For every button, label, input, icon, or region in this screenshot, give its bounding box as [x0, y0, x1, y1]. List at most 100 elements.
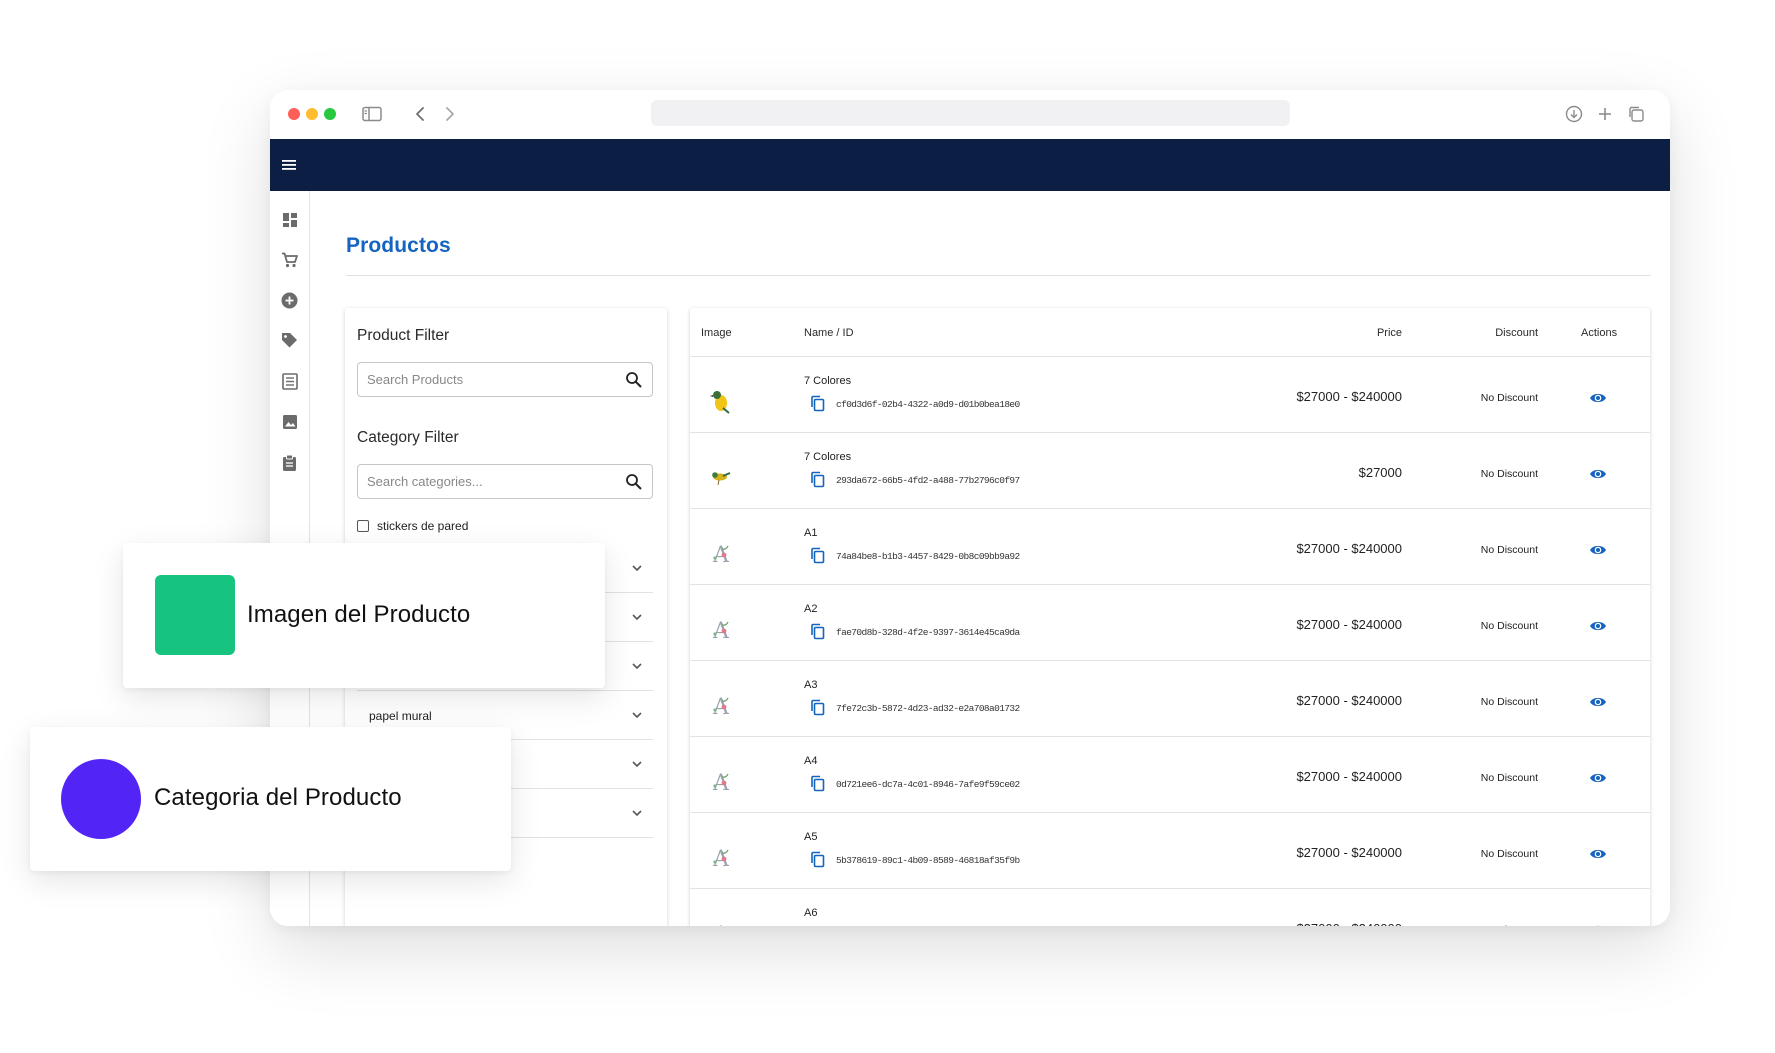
product-search-field — [357, 362, 653, 397]
title-divider — [346, 275, 1651, 276]
view-eye-icon[interactable] — [1589, 847, 1607, 861]
back-icon[interactable] — [408, 102, 432, 126]
stage: Productos Product Filter Category Filter… — [0, 0, 1775, 1053]
table-row: 7 Colores 293da672-66b5-4fd2-a488-77b2796… — [690, 433, 1650, 509]
menu-icon[interactable] — [277, 153, 301, 177]
tab-overview-icon[interactable] — [1624, 102, 1648, 126]
copy-icon[interactable] — [810, 699, 825, 716]
copy-icon[interactable] — [810, 851, 825, 868]
product-id: 0d721ee6-dc7a-4c01-8946-7afe9f59ce02 — [836, 779, 1020, 790]
product-discount: No Discount — [1480, 772, 1538, 784]
copy-icon[interactable] — [810, 623, 825, 640]
chevron-down-icon — [632, 712, 642, 719]
product-price: $27000 - $240000 — [1296, 693, 1402, 708]
column-header-actions: Actions — [1581, 327, 1618, 339]
copy-icon[interactable] — [810, 395, 825, 412]
view-eye-icon[interactable] — [1589, 391, 1607, 405]
dashboard-icon[interactable] — [276, 206, 303, 233]
search-icon[interactable] — [625, 371, 643, 389]
category-accordion-label: papel mural — [369, 709, 432, 723]
chevron-down-icon — [632, 565, 642, 572]
search-icon[interactable] — [625, 473, 643, 491]
table-row: A A4 0d721ee6-dc7a-4c01-8946-7afe9f59ce02 $… — [690, 737, 1650, 813]
product-name: A2 — [804, 603, 818, 615]
forward-icon[interactable] — [438, 102, 462, 126]
product-price: $27000 - $240000 — [1296, 845, 1402, 860]
table-row: A A1 74a84be8-b1b3-4457-8429-0b8c09bb9a92 $… — [690, 509, 1650, 585]
product-discount: No Discount — [1480, 848, 1538, 860]
callout-product-image: Imagen del Producto — [123, 543, 605, 688]
product-discount: No Discount — [1480, 392, 1538, 404]
new-tab-icon[interactable] — [1593, 102, 1617, 126]
product-thumbnail — [709, 388, 731, 414]
product-discount: No Discount — [1481, 924, 1538, 926]
product-name: 7 Colores — [804, 375, 852, 387]
product-price: $27000 - $240000 — [1296, 541, 1402, 556]
column-header-discount: Discount — [1495, 327, 1538, 339]
green-square-swatch — [155, 575, 235, 655]
product-discount: No Discount — [1480, 544, 1538, 556]
chevron-down-icon — [632, 614, 642, 621]
product-thumbnail: A — [709, 920, 731, 926]
product-price: $27000 - $240000 — [1296, 921, 1402, 926]
table-row: A A2 fae70d8b-328d-4f2e-9397-3614e45ca9da $… — [690, 585, 1650, 661]
copy-icon[interactable] — [810, 547, 825, 564]
category-filter-heading: Category Filter — [357, 429, 459, 446]
product-thumbnail — [709, 464, 731, 490]
address-bar[interactable] — [651, 100, 1290, 126]
copy-icon[interactable] — [810, 471, 825, 488]
product-discount: No Discount — [1480, 468, 1538, 480]
column-header-name-id: Name / ID — [804, 327, 854, 339]
copy-icon[interactable] — [810, 775, 825, 792]
product-id: 5b378619-89c1-4b09-8589-46818af35f9b — [836, 855, 1020, 866]
list-icon[interactable] — [276, 368, 303, 395]
product-id: fae70d8b-328d-4f2e-9397-3614e45ca9da — [836, 627, 1020, 638]
view-eye-icon[interactable] — [1589, 923, 1607, 926]
product-id: cf0d3d6f-02b4-4322-a0d9-d01b0bea18e0 — [836, 399, 1020, 410]
tag-icon[interactable] — [276, 327, 303, 354]
product-name: A3 — [804, 679, 818, 691]
category-checkbox[interactable] — [357, 520, 369, 532]
product-thumbnail: A — [709, 768, 731, 796]
purple-circle-swatch — [61, 759, 141, 839]
column-header-image: Image — [701, 327, 732, 339]
product-search-input[interactable] — [367, 363, 607, 396]
category-checkbox-label: stickers de pared — [377, 519, 469, 533]
products-table: Image Name / ID Price Discount Actions 7… — [690, 308, 1650, 926]
close-window-button[interactable] — [288, 108, 300, 120]
minimize-window-button[interactable] — [306, 108, 318, 120]
view-eye-icon[interactable] — [1589, 771, 1607, 785]
clipboard-icon[interactable] — [276, 449, 303, 476]
product-name: A4 — [804, 755, 818, 767]
cart-icon[interactable] — [276, 246, 303, 273]
image-icon[interactable] — [276, 408, 303, 435]
category-search-field — [357, 464, 653, 499]
add-circle-icon[interactable] — [276, 287, 303, 314]
category-checkbox-row[interactable]: stickers de pared — [357, 519, 468, 533]
product-thumbnail: A — [709, 692, 731, 720]
view-eye-icon[interactable] — [1589, 619, 1607, 633]
view-eye-icon[interactable] — [1589, 543, 1607, 557]
download-icon[interactable] — [1562, 102, 1586, 126]
product-thumbnail: A — [709, 616, 731, 644]
product-price: $27000 - $240000 — [1296, 769, 1402, 784]
product-name: 7 Colores — [804, 451, 852, 463]
view-eye-icon[interactable] — [1589, 695, 1607, 709]
table-row: A A3 7fe72c3b-5872-4d23-ad32-e2a708a01732 $… — [690, 661, 1650, 737]
sidebar-toggle-icon[interactable] — [360, 102, 384, 126]
product-thumbnail: A — [709, 540, 731, 568]
view-eye-icon[interactable] — [1589, 467, 1607, 481]
product-discount: No Discount — [1480, 620, 1538, 632]
product-id: 7fe72c3b-5872-4d23-ad32-e2a708a01732 — [836, 703, 1020, 714]
category-search-input[interactable] — [367, 465, 607, 498]
browser-toolbar — [270, 90, 1670, 139]
product-price: $27000 - $240000 — [1296, 617, 1402, 632]
chevron-down-icon — [632, 663, 642, 670]
callout-image-label: Imagen del Producto — [247, 601, 471, 628]
table-row: A A6 $27000 - $240000 No Discount — [690, 889, 1650, 926]
product-id: 74a84be8-b1b3-4457-8429-0b8c09bb9a92 — [836, 551, 1020, 562]
product-name: A5 — [804, 831, 818, 843]
zoom-window-button[interactable] — [324, 108, 336, 120]
product-filter-heading: Product Filter — [357, 327, 450, 344]
product-price: $27000 — [1358, 465, 1402, 480]
